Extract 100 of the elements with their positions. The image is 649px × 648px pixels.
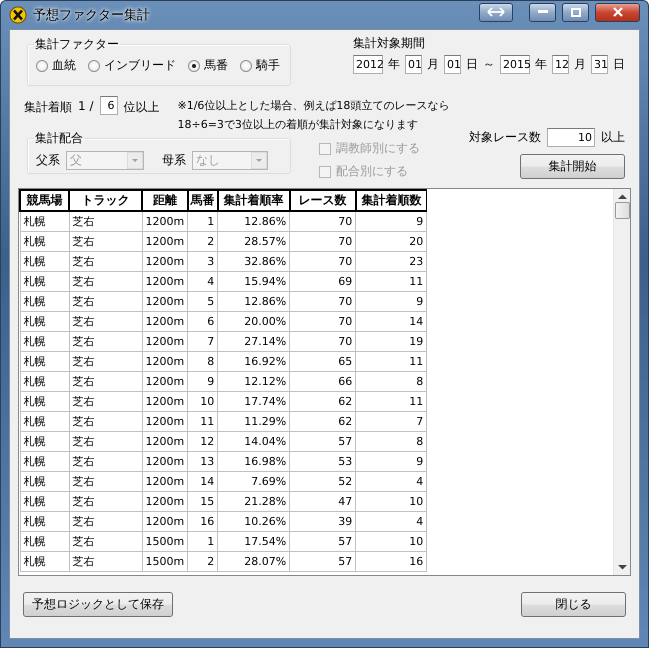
save-logic-button[interactable]: 予想ロジックとして保存: [23, 592, 173, 617]
radio-button[interactable]: [88, 60, 100, 72]
table-cell: 66: [290, 371, 356, 391]
table-cell: 札幌: [20, 291, 69, 311]
table-cell: 札幌: [20, 351, 69, 371]
date-unit: ～: [483, 56, 495, 73]
table-cell: 57: [290, 431, 356, 451]
table-cell: 2: [188, 551, 218, 571]
table-cell: 11: [356, 391, 427, 411]
table-cell: 17.74%: [218, 391, 290, 411]
checkbox-label: 調教師別にする: [336, 140, 420, 157]
table-cell: 8: [356, 431, 427, 451]
date-field[interactable]: 2012: [353, 55, 383, 74]
table-cell: 4: [356, 511, 427, 531]
radio-label: 騎手: [256, 57, 280, 74]
column-header[interactable]: トラック: [69, 190, 142, 211]
column-header[interactable]: 距離: [142, 190, 188, 211]
date-field[interactable]: 01: [444, 55, 461, 74]
race-count-field[interactable]: 10: [547, 128, 595, 147]
table-cell: 13: [188, 451, 218, 471]
date-field[interactable]: 2015: [500, 55, 530, 74]
table-cell: 1200m: [142, 331, 188, 351]
minimize-button[interactable]: [529, 2, 556, 22]
table-cell: 芝右: [69, 531, 142, 551]
table-cell: 12.86%: [218, 211, 290, 231]
combo-label: 母系: [162, 152, 186, 169]
table-cell: 芝右: [69, 431, 142, 451]
table-cell: 15.94%: [218, 271, 290, 291]
resize-button[interactable]: [479, 2, 513, 22]
rank-suffix: 位以上: [124, 99, 160, 116]
table-cell: 10.26%: [218, 511, 290, 531]
group-title: 集計配合: [34, 130, 84, 147]
table-cell: 20.00%: [218, 311, 290, 331]
table-cell: 8: [188, 351, 218, 371]
date-field[interactable]: 31: [591, 55, 608, 74]
note-text: ※1/6位以上とした場合、例えば18頭立てのレースなら: [178, 98, 450, 113]
table-cell: 1200m: [142, 511, 188, 531]
table-cell: 1200m: [142, 431, 188, 451]
date-field[interactable]: 01: [405, 55, 422, 74]
column-header[interactable]: レース数: [290, 190, 356, 211]
table-cell: 19: [356, 331, 427, 351]
rank-field[interactable]: 6: [100, 96, 118, 115]
table-cell: 11: [188, 411, 218, 431]
scroll-thumb[interactable]: [614, 202, 630, 219]
rank-prefix: 1 /: [78, 98, 94, 113]
table-cell: 芝右: [69, 291, 142, 311]
double-arrow-icon: [487, 7, 505, 17]
table-cell: 7.69%: [218, 471, 290, 491]
column-header[interactable]: 集計着順率: [218, 190, 290, 211]
table-cell: 65: [290, 351, 356, 371]
column-header[interactable]: 馬番: [188, 190, 218, 211]
column-header[interactable]: 競馬場: [20, 190, 69, 211]
table-cell: 1200m: [142, 351, 188, 371]
minimize-icon: [538, 10, 548, 14]
table-cell: 1200m: [142, 311, 188, 331]
table-cell: 1200m: [142, 291, 188, 311]
table-cell: 1500m: [142, 551, 188, 571]
column-header[interactable]: 集計着順数: [356, 190, 427, 211]
table-cell: 17.54%: [218, 531, 290, 551]
table-cell: 23: [356, 251, 427, 271]
table-cell: 1500m: [142, 531, 188, 551]
radio-button[interactable]: [36, 60, 48, 72]
table-cell: 70: [290, 211, 356, 231]
table-cell: 札幌: [20, 271, 69, 291]
date-field[interactable]: 12: [552, 55, 569, 74]
table-cell: 1200m: [142, 211, 188, 231]
table-cell: 札幌: [20, 211, 69, 231]
table-cell: 10: [356, 531, 427, 551]
table-cell: 芝右: [69, 251, 142, 271]
maximize-button[interactable]: [562, 2, 589, 22]
table-cell: 52: [290, 471, 356, 491]
radio-button[interactable]: [240, 60, 252, 72]
date-unit: 日: [466, 56, 478, 73]
table-cell: 札幌: [20, 491, 69, 511]
radio-button[interactable]: [188, 60, 200, 72]
close-icon: [612, 7, 622, 17]
table-cell: 芝右: [69, 331, 142, 351]
table-cell: 70: [290, 231, 356, 251]
table-cell: 7: [188, 331, 218, 351]
race-count-label: 対象レース数: [469, 129, 541, 146]
table-cell: 1200m: [142, 411, 188, 431]
table-cell: 6: [188, 311, 218, 331]
maximize-icon: [570, 8, 580, 16]
table-cell: 3: [188, 251, 218, 271]
start-button[interactable]: 集計開始: [520, 154, 625, 179]
table-cell: 芝右: [69, 351, 142, 371]
close-dialog-button[interactable]: 閉じる: [521, 592, 626, 617]
table-cell: 16: [188, 511, 218, 531]
table-cell: 札幌: [20, 411, 69, 431]
table-cell: 1200m: [142, 491, 188, 511]
table-cell: 札幌: [20, 451, 69, 471]
table-cell: 9: [356, 211, 427, 231]
table-cell: 芝右: [69, 491, 142, 511]
radio-label: インブリード: [104, 57, 176, 74]
table-cell: 70: [290, 331, 356, 351]
table-cell: 札幌: [20, 551, 69, 571]
close-button[interactable]: [595, 2, 640, 22]
scrollbar[interactable]: [613, 189, 630, 575]
table-cell: 28.07%: [218, 551, 290, 571]
table-cell: 20: [356, 231, 427, 251]
